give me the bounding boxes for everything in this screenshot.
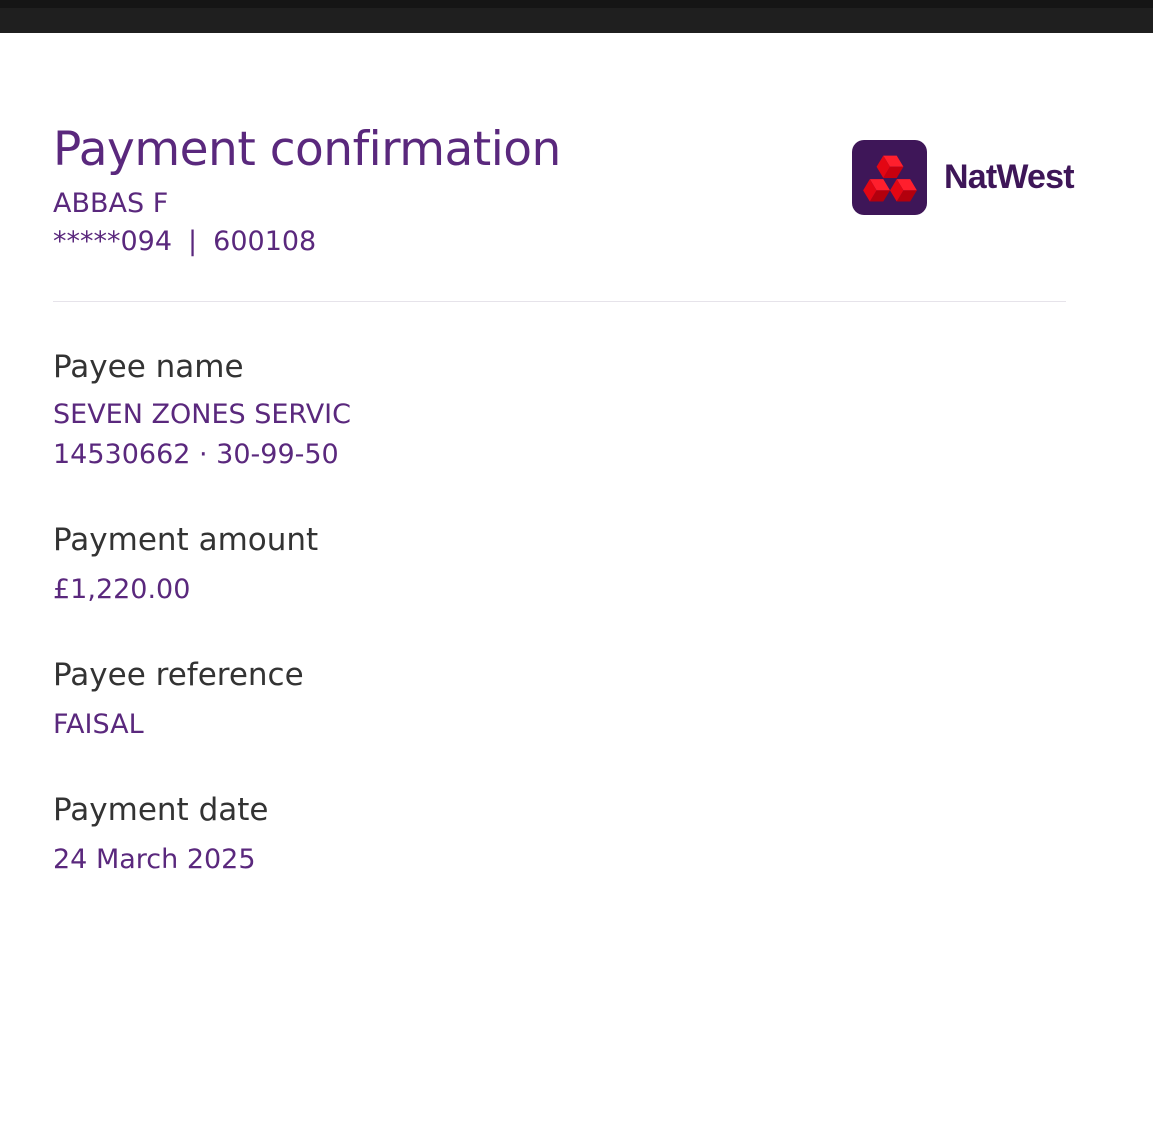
date-section: Payment date 24 March 2025 [53,789,268,879]
top-status-bar [0,0,1153,33]
amount-section: Payment amount £1,220.00 [53,519,318,609]
payment-amount-label: Payment amount [53,522,319,558]
payment-amount-value: £1,220.00 [53,574,191,605]
payee-section: Payee name SEVEN ZONES SERVIC 14530662 ·… [53,346,351,474]
payee-reference-value: FAISAL [53,709,144,740]
reference-section: Payee reference FAISAL [53,654,304,744]
payee-name-value: SEVEN ZONES SERVIC [53,399,352,430]
page-title: Payment confirmation [53,122,561,177]
confirmation-header: Payment confirmation ABBAS F *****094 | 60… [53,118,561,260]
sort-code: 600108 [213,226,317,257]
header-divider [53,301,1066,302]
payment-date-label: Payment date [53,792,269,828]
payment-date-value: 24 March 2025 [53,844,256,875]
payee-account-value: 14530662 · 30-99-50 [53,439,339,470]
payee-reference-label: Payee reference [53,657,304,693]
account-holder-name: ABBAS F [53,188,169,219]
brand-logo: NatWest [852,140,1075,215]
account-separator: | [188,226,198,257]
account-number: *****094 [53,226,173,257]
brand-name: NatWest [944,158,1075,196]
natwest-logo-icon [852,140,927,215]
account-details: *****094 | 600108 [53,224,561,260]
natwest-cubes-icon [862,155,917,202]
payee-name-label: Payee name [53,349,244,385]
